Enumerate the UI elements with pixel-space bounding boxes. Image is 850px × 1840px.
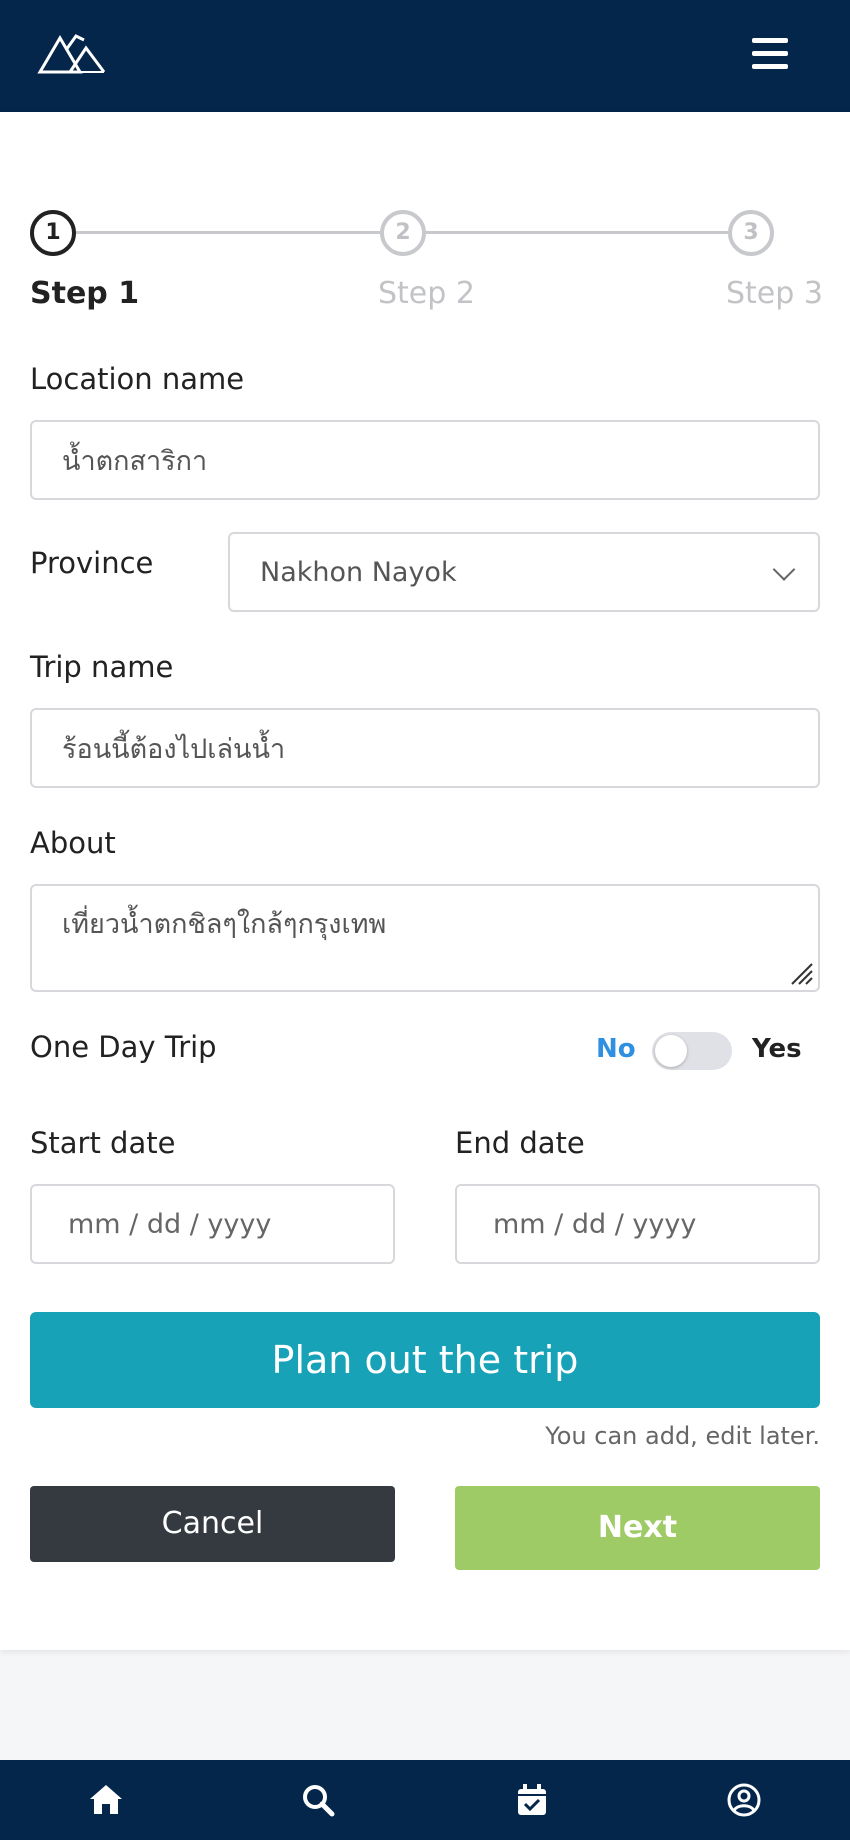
step-connector [426,231,730,234]
location-name-input[interactable]: น้ำตกสาริกา [30,420,820,500]
plan-trip-button[interactable]: Plan out the trip [30,1312,820,1408]
one-day-trip-label: One Day Trip [30,1030,217,1064]
mountain-logo-icon[interactable] [36,30,108,78]
step-3-label: Step 3 [726,276,823,311]
bottom-navbar [0,1760,850,1840]
trip-name-label: Trip name [30,650,174,684]
resize-handle-icon[interactable] [788,960,814,986]
home-icon[interactable] [88,1782,124,1818]
cancel-button[interactable]: Cancel [30,1486,395,1562]
user-circle-icon[interactable] [726,1782,762,1818]
step-1-label: Step 1 [30,276,140,311]
about-textarea[interactable]: เที่ยวน้ำตกชิลๆใกล้ๆกรุงเทพ [30,884,820,992]
chevron-down-icon [772,558,796,581]
search-icon[interactable] [300,1782,336,1818]
next-button[interactable]: Next [455,1486,820,1570]
calendar-check-icon[interactable] [514,1782,550,1818]
trip-name-input[interactable]: ร้อนนี้ต้องไปเล่นน้ำ [30,708,820,788]
toggle-no-label: No [596,1034,636,1064]
top-navbar [0,0,850,112]
step-2-label: Step 2 [378,276,475,311]
edit-later-hint: You can add, edit later. [545,1422,820,1450]
about-label: About [30,826,116,860]
step-connector [76,231,380,234]
toggle-yes-label: Yes [752,1034,802,1064]
trip-form-card [0,112,850,1650]
start-date-label: Start date [30,1126,176,1160]
start-date-input[interactable]: mm / dd / yyyy [30,1184,395,1264]
province-select[interactable]: Nakhon Nayok [228,532,820,612]
hamburger-menu-icon[interactable] [752,38,792,72]
end-date-input[interactable]: mm / dd / yyyy [455,1184,820,1264]
about-text: เที่ยวน้ำตกชิลๆใกล้ๆกรุงเทพ [62,909,387,940]
province-label: Province [30,546,154,580]
end-date-label: End date [455,1126,585,1160]
location-name-label: Location name [30,362,245,396]
step-3-circle[interactable]: 3 [728,210,774,256]
step-2-circle[interactable]: 2 [380,210,426,256]
step-1-circle[interactable]: 1 [30,210,76,256]
toggle-knob [655,1035,687,1067]
province-selected-value: Nakhon Nayok [260,556,457,588]
one-day-trip-toggle[interactable] [652,1032,732,1070]
